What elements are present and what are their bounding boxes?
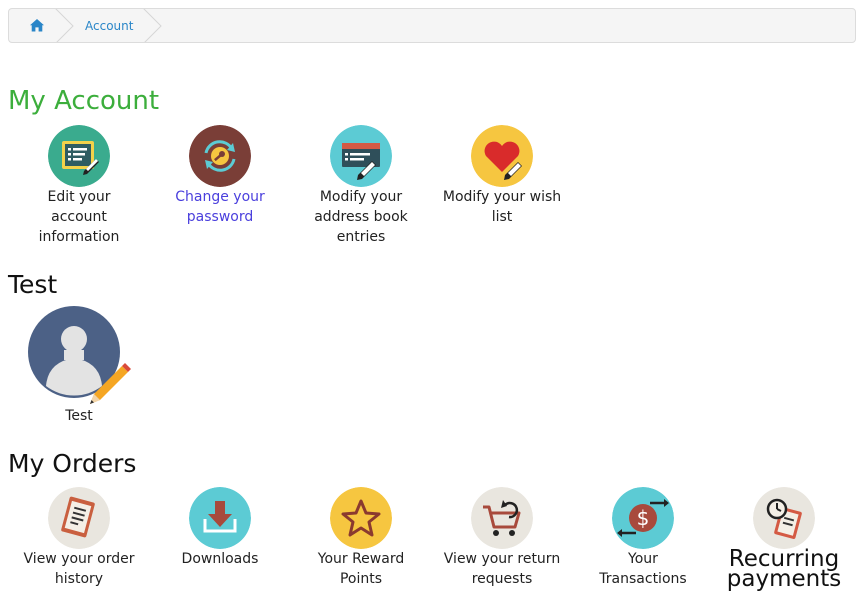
wish-list-icon xyxy=(471,125,533,187)
transactions-link[interactable]: $ Your Transactions xyxy=(583,487,703,589)
wish-list-label: Modify your wish list xyxy=(442,189,562,225)
edit-account-label: Edit your account information xyxy=(38,189,120,245)
reward-points-link[interactable]: Your Reward Points xyxy=(301,487,421,589)
return-requests-label: View your return requests xyxy=(443,551,561,587)
recurring-payments-link[interactable]: Recurring payments xyxy=(724,487,844,592)
profile-name: Test xyxy=(65,408,93,424)
downloads-link[interactable]: Downloads xyxy=(160,487,280,569)
breadcrumb-home[interactable] xyxy=(9,9,56,42)
recurring-payments-label: Recurring payments xyxy=(726,546,842,592)
wish-list-link[interactable]: Modify your wish list xyxy=(442,125,562,227)
address-book-link[interactable]: Modify your address book entries xyxy=(301,125,421,247)
my-orders-heading: My Orders xyxy=(8,449,137,478)
return-requests-icon xyxy=(471,487,533,549)
edit-account-icon xyxy=(48,125,110,187)
profile-heading: Test xyxy=(8,270,58,299)
recurring-payments-icon xyxy=(753,487,815,549)
order-history-link[interactable]: View your order history xyxy=(19,487,139,589)
order-history-label: View your order history xyxy=(23,551,135,587)
change-password-label[interactable]: Change your password xyxy=(160,187,280,227)
address-book-label: Modify your address book entries xyxy=(314,189,408,245)
address-book-icon xyxy=(330,125,392,187)
change-password-icon xyxy=(189,125,251,187)
profile-link[interactable]: Test xyxy=(19,306,139,426)
transactions-icon: $ xyxy=(612,487,674,549)
return-requests-link[interactable]: View your return requests xyxy=(442,487,562,589)
order-history-icon xyxy=(48,487,110,549)
downloads-label: Downloads xyxy=(181,551,259,567)
svg-text:$: $ xyxy=(637,506,650,530)
reward-points-label: Your Reward Points xyxy=(317,551,405,587)
downloads-icon xyxy=(189,487,251,549)
breadcrumb: Account xyxy=(8,8,856,43)
change-password-link[interactable]: Change your password xyxy=(160,125,280,227)
transactions-label: Your Transactions xyxy=(599,551,687,587)
breadcrumb-separator xyxy=(143,9,162,42)
edit-account-link[interactable]: Edit your account information xyxy=(19,125,139,247)
my-account-heading: My Account xyxy=(8,86,160,116)
avatar-icon xyxy=(28,306,131,404)
reward-points-icon xyxy=(330,487,392,549)
home-icon xyxy=(29,19,44,32)
